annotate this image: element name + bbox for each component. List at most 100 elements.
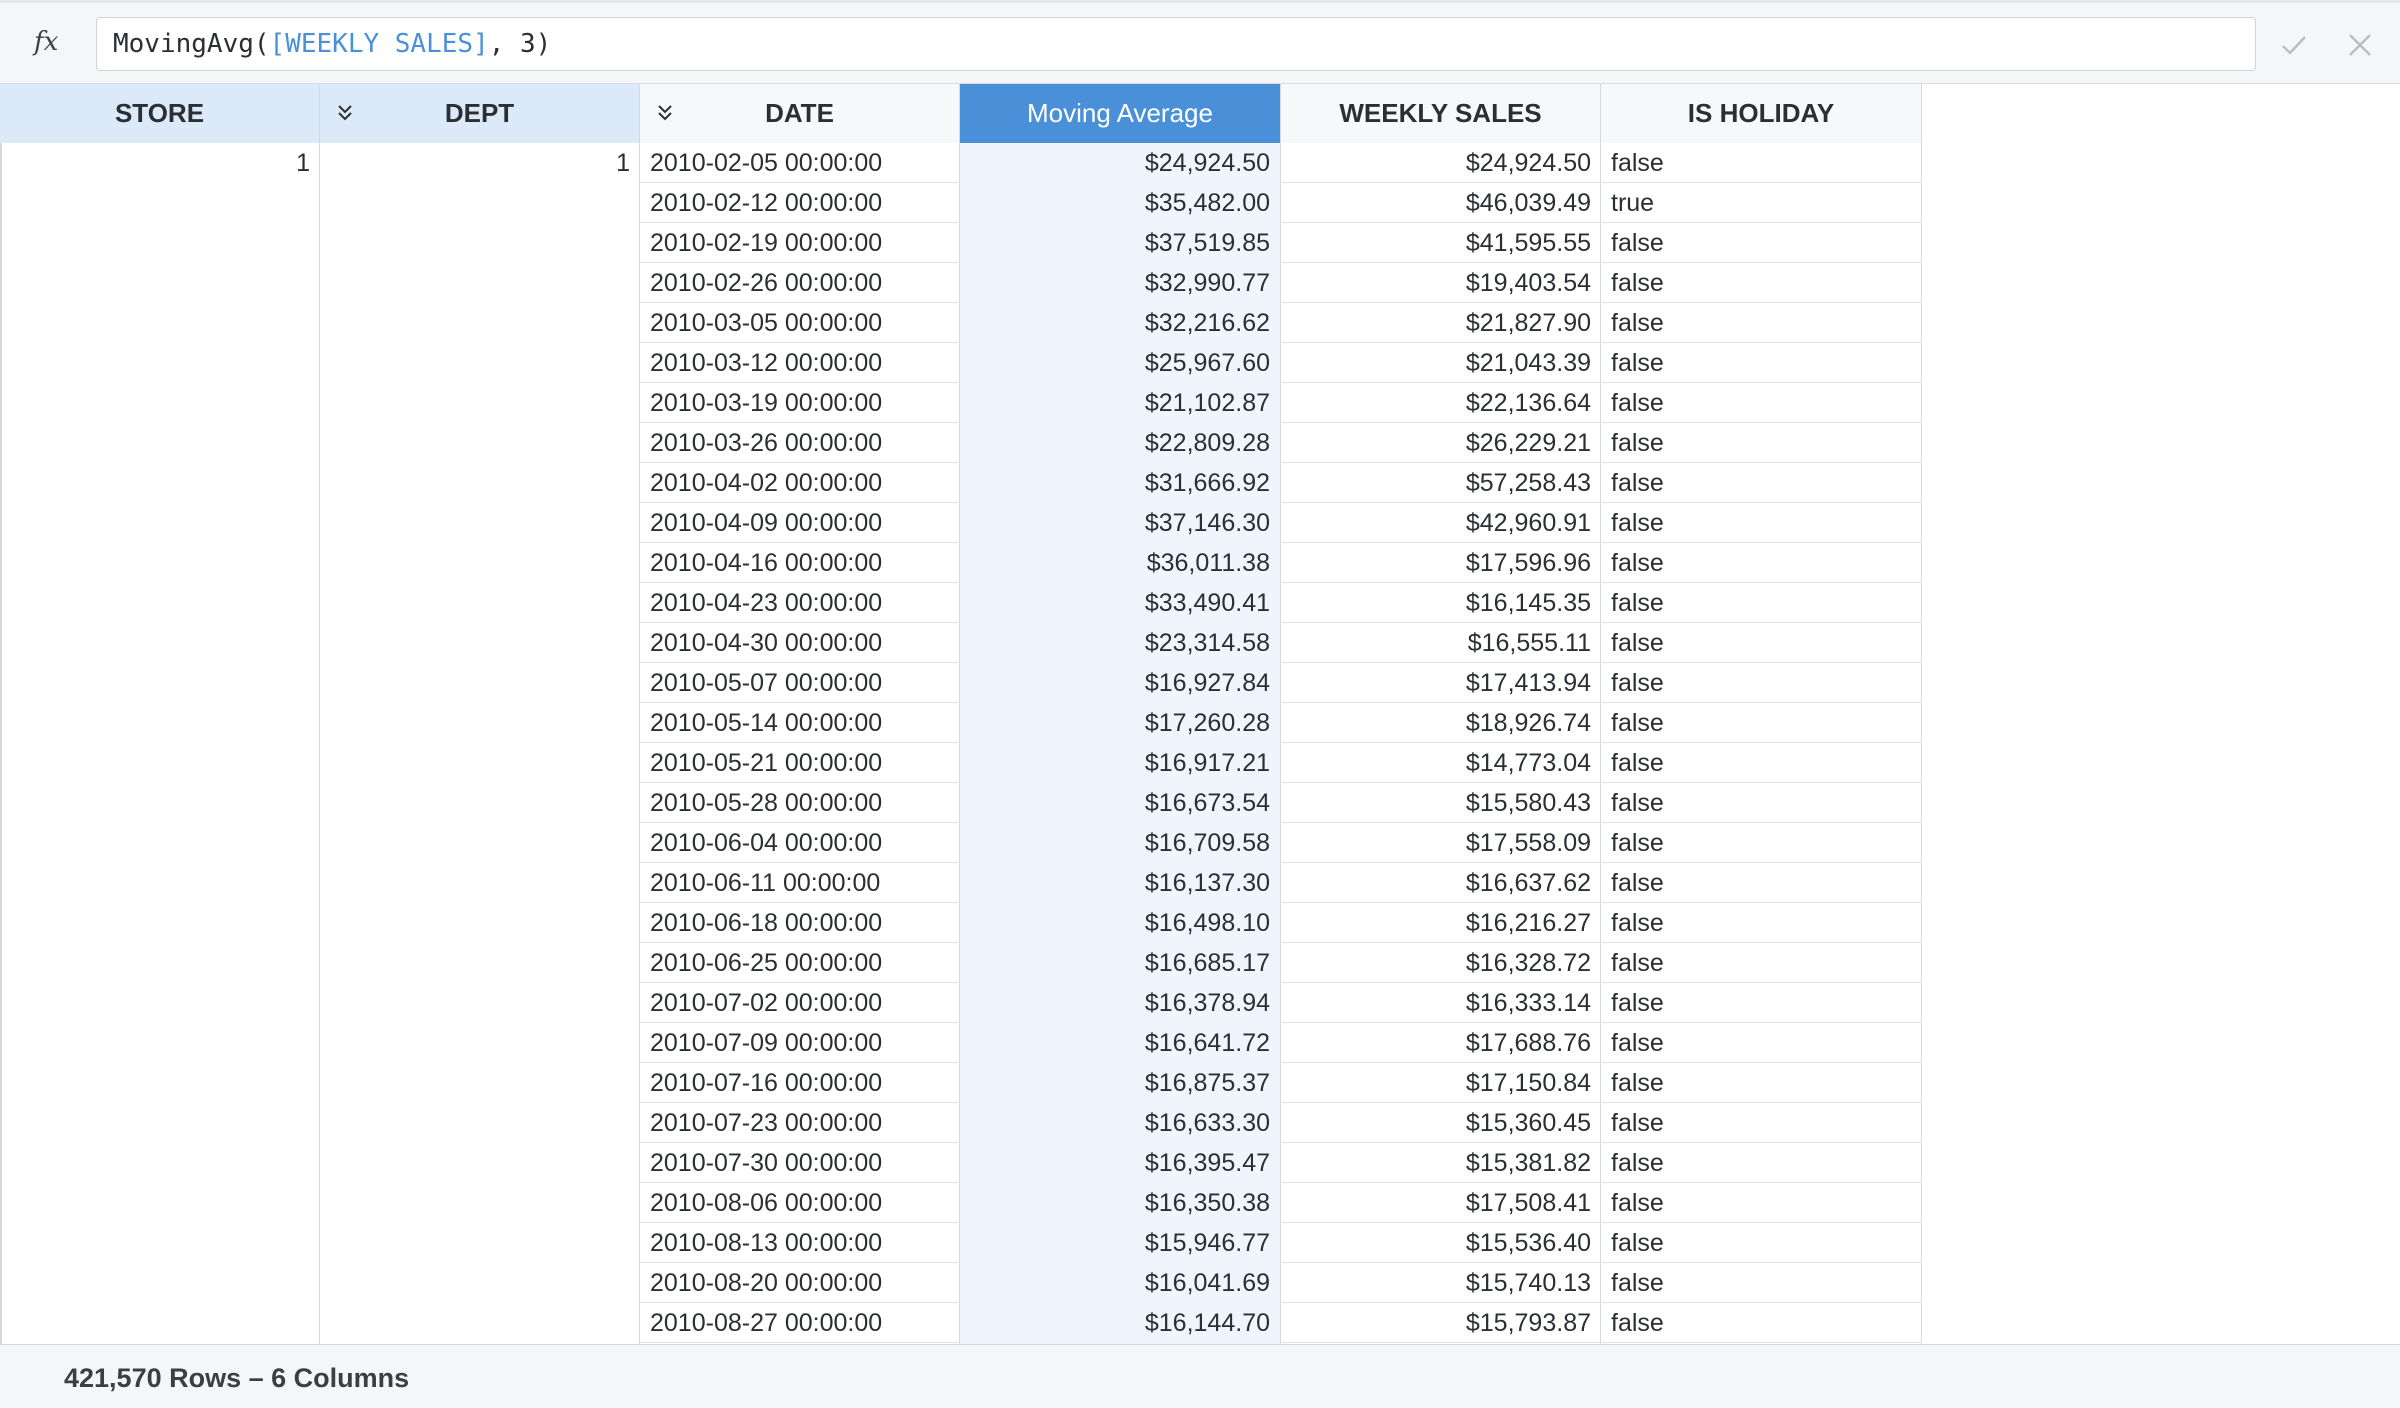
date-cell[interactable]: 2010-02-19 00:00:00 bbox=[640, 223, 960, 263]
date-cell[interactable]: 2010-04-30 00:00:00 bbox=[640, 623, 960, 663]
column-header-moving-average[interactable]: Moving Average bbox=[960, 84, 1281, 143]
table-row[interactable]: 2010-05-07 00:00:00 $16,927.84 $17,413.94 f… bbox=[640, 663, 1922, 703]
is-holiday-cell[interactable]: false bbox=[1601, 143, 1922, 183]
is-holiday-cell[interactable]: false bbox=[1601, 1023, 1922, 1063]
table-row[interactable]: 2010-04-16 00:00:00 $36,011.38 $17,596.96 f… bbox=[640, 543, 1922, 583]
table-row[interactable]: 2010-04-09 00:00:00 $37,146.30 $42,960.91 f… bbox=[640, 503, 1922, 543]
weekly-sales-cell[interactable]: $15,740.13 bbox=[1280, 1263, 1601, 1303]
table-row[interactable]: 2010-02-05 00:00:00 $24,924.50 $24,924.50 f… bbox=[640, 143, 1922, 183]
weekly-sales-cell[interactable]: $16,333.14 bbox=[1280, 983, 1601, 1023]
date-cell[interactable]: 2010-04-23 00:00:00 bbox=[640, 583, 960, 623]
weekly-sales-cell[interactable]: $17,508.41 bbox=[1280, 1183, 1601, 1223]
date-cell[interactable]: 2010-05-28 00:00:00 bbox=[640, 783, 960, 823]
date-cell[interactable]: 2010-03-12 00:00:00 bbox=[640, 343, 960, 383]
column-header-store[interactable]: STORE bbox=[0, 84, 320, 143]
weekly-sales-cell[interactable]: $21,043.39 bbox=[1280, 343, 1601, 383]
weekly-sales-cell[interactable]: $16,555.11 bbox=[1280, 623, 1601, 663]
is-holiday-cell[interactable]: false bbox=[1601, 623, 1922, 663]
table-row[interactable]: 2010-06-18 00:00:00 $16,498.10 $16,216.27 f… bbox=[640, 903, 1922, 943]
is-holiday-cell[interactable]: false bbox=[1601, 1103, 1922, 1143]
date-cell[interactable]: 2010-06-04 00:00:00 bbox=[640, 823, 960, 863]
chevrons-down-icon[interactable] bbox=[654, 102, 676, 124]
table-row[interactable]: 2010-04-02 00:00:00 $31,666.92 $57,258.43 f… bbox=[640, 463, 1922, 503]
moving-average-cell[interactable]: $24,924.50 bbox=[960, 143, 1280, 183]
weekly-sales-cell[interactable]: $15,793.87 bbox=[1280, 1303, 1601, 1343]
moving-average-cell[interactable]: $16,144.70 bbox=[960, 1303, 1280, 1343]
column-header-dept[interactable]: DEPT bbox=[320, 84, 640, 143]
is-holiday-cell[interactable]: true bbox=[1601, 183, 1922, 223]
date-cell[interactable]: 2010-08-13 00:00:00 bbox=[640, 1223, 960, 1263]
is-holiday-cell[interactable]: false bbox=[1601, 1303, 1922, 1343]
weekly-sales-cell[interactable]: $57,258.43 bbox=[1280, 463, 1601, 503]
moving-average-cell[interactable]: $16,917.21 bbox=[960, 743, 1280, 783]
table-row[interactable]: 2010-02-26 00:00:00 $32,990.77 $19,403.54 f… bbox=[640, 263, 1922, 303]
is-holiday-cell[interactable]: false bbox=[1601, 783, 1922, 823]
table-row[interactable]: 2010-08-27 00:00:00 $16,144.70 $15,793.87 f… bbox=[640, 1303, 1922, 1343]
is-holiday-cell[interactable]: false bbox=[1601, 1263, 1922, 1303]
table-row[interactable]: 2010-07-30 00:00:00 $16,395.47 $15,381.82 f… bbox=[640, 1143, 1922, 1183]
formula-input[interactable]: MovingAvg([WEEKLY SALES], 3) bbox=[96, 17, 2256, 71]
table-row[interactable]: 2010-03-19 00:00:00 $21,102.87 $22,136.64 f… bbox=[640, 383, 1922, 423]
weekly-sales-cell[interactable]: $26,229.21 bbox=[1280, 423, 1601, 463]
date-cell[interactable]: 2010-07-16 00:00:00 bbox=[640, 1063, 960, 1103]
is-holiday-cell[interactable]: false bbox=[1601, 1063, 1922, 1103]
is-holiday-cell[interactable]: false bbox=[1601, 823, 1922, 863]
date-cell[interactable]: 2010-06-25 00:00:00 bbox=[640, 943, 960, 983]
weekly-sales-cell[interactable]: $15,381.82 bbox=[1280, 1143, 1601, 1183]
date-cell[interactable]: 2010-05-07 00:00:00 bbox=[640, 663, 960, 703]
weekly-sales-cell[interactable]: $24,924.50 bbox=[1280, 143, 1601, 183]
is-holiday-cell[interactable]: false bbox=[1601, 743, 1922, 783]
weekly-sales-cell[interactable]: $15,536.40 bbox=[1280, 1223, 1601, 1263]
is-holiday-cell[interactable]: false bbox=[1601, 423, 1922, 463]
table-row[interactable]: 2010-08-06 00:00:00 $16,350.38 $17,508.41 f… bbox=[640, 1183, 1922, 1223]
table-row[interactable]: 2010-05-14 00:00:00 $17,260.28 $18,926.74 f… bbox=[640, 703, 1922, 743]
chevrons-down-icon[interactable] bbox=[334, 102, 356, 124]
date-cell[interactable]: 2010-04-02 00:00:00 bbox=[640, 463, 960, 503]
moving-average-cell[interactable]: $16,041.69 bbox=[960, 1263, 1280, 1303]
date-cell[interactable]: 2010-05-14 00:00:00 bbox=[640, 703, 960, 743]
moving-average-cell[interactable]: $16,875.37 bbox=[960, 1063, 1280, 1103]
table-row[interactable]: 2010-02-12 00:00:00 $35,482.00 $46,039.49 t… bbox=[640, 183, 1922, 223]
moving-average-cell[interactable]: $16,709.58 bbox=[960, 823, 1280, 863]
date-cell[interactable]: 2010-08-27 00:00:00 bbox=[640, 1303, 960, 1343]
column-header-weekly-sales[interactable]: WEEKLY SALES bbox=[1281, 84, 1601, 143]
moving-average-cell[interactable]: $23,314.58 bbox=[960, 623, 1280, 663]
table-row[interactable]: 2010-03-12 00:00:00 $25,967.60 $21,043.39 f… bbox=[640, 343, 1922, 383]
moving-average-cell[interactable]: $21,102.87 bbox=[960, 383, 1280, 423]
date-cell[interactable]: 2010-07-02 00:00:00 bbox=[640, 983, 960, 1023]
cancel-formula-button[interactable] bbox=[2340, 25, 2380, 65]
table-row[interactable]: 2010-07-16 00:00:00 $16,875.37 $17,150.84 f… bbox=[640, 1063, 1922, 1103]
moving-average-cell[interactable]: $33,490.41 bbox=[960, 583, 1280, 623]
weekly-sales-cell[interactable]: $14,773.04 bbox=[1280, 743, 1601, 783]
is-holiday-cell[interactable]: false bbox=[1601, 943, 1922, 983]
moving-average-cell[interactable]: $16,350.38 bbox=[960, 1183, 1280, 1223]
date-cell[interactable]: 2010-04-09 00:00:00 bbox=[640, 503, 960, 543]
table-row[interactable]: 2010-06-04 00:00:00 $16,709.58 $17,558.09 f… bbox=[640, 823, 1922, 863]
is-holiday-cell[interactable]: false bbox=[1601, 463, 1922, 503]
is-holiday-cell[interactable]: false bbox=[1601, 1223, 1922, 1263]
weekly-sales-cell[interactable]: $17,150.84 bbox=[1280, 1063, 1601, 1103]
weekly-sales-cell[interactable]: $17,596.96 bbox=[1280, 543, 1601, 583]
date-cell[interactable]: 2010-04-16 00:00:00 bbox=[640, 543, 960, 583]
date-cell[interactable]: 2010-03-26 00:00:00 bbox=[640, 423, 960, 463]
is-holiday-cell[interactable]: false bbox=[1601, 303, 1922, 343]
weekly-sales-cell[interactable]: $16,145.35 bbox=[1280, 583, 1601, 623]
weekly-sales-cell[interactable]: $21,827.90 bbox=[1280, 303, 1601, 343]
moving-average-cell[interactable]: $36,011.38 bbox=[960, 543, 1280, 583]
is-holiday-cell[interactable]: false bbox=[1601, 383, 1922, 423]
is-holiday-cell[interactable]: false bbox=[1601, 663, 1922, 703]
moving-average-cell[interactable]: $17,260.28 bbox=[960, 703, 1280, 743]
table-row[interactable]: 2010-04-30 00:00:00 $23,314.58 $16,555.11 f… bbox=[640, 623, 1922, 663]
moving-average-cell[interactable]: $32,216.62 bbox=[960, 303, 1280, 343]
table-row[interactable]: 2010-05-28 00:00:00 $16,673.54 $15,580.43 f… bbox=[640, 783, 1922, 823]
table-row[interactable]: 2010-06-25 00:00:00 $16,685.17 $16,328.72 f… bbox=[640, 943, 1922, 983]
is-holiday-cell[interactable]: false bbox=[1601, 1143, 1922, 1183]
date-cell[interactable]: 2010-07-30 00:00:00 bbox=[640, 1143, 960, 1183]
moving-average-cell[interactable]: $15,946.77 bbox=[960, 1223, 1280, 1263]
weekly-sales-cell[interactable]: $46,039.49 bbox=[1280, 183, 1601, 223]
is-holiday-cell[interactable]: false bbox=[1601, 223, 1922, 263]
weekly-sales-cell[interactable]: $16,328.72 bbox=[1280, 943, 1601, 983]
table-row[interactable]: 2010-04-23 00:00:00 $33,490.41 $16,145.35 f… bbox=[640, 583, 1922, 623]
column-header-date[interactable]: DATE bbox=[640, 84, 960, 143]
table-row[interactable]: 2010-03-26 00:00:00 $22,809.28 $26,229.21 f… bbox=[640, 423, 1922, 463]
